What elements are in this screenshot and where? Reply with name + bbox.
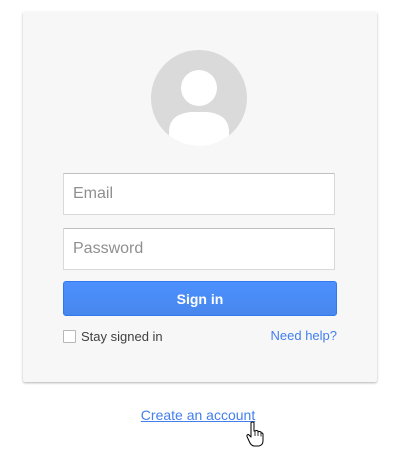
create-account-link[interactable]: Create an account bbox=[141, 407, 255, 423]
avatar-icon bbox=[151, 50, 247, 146]
login-card: Sign in Stay signed in Need help? bbox=[23, 12, 377, 382]
hand-pointer-icon bbox=[246, 421, 264, 447]
stay-signed-in[interactable]: Stay signed in bbox=[63, 328, 163, 344]
create-account-container: Create an account bbox=[0, 407, 396, 423]
stay-signed-in-label: Stay signed in bbox=[81, 328, 163, 344]
stay-signed-in-checkbox[interactable] bbox=[63, 329, 76, 343]
email-field[interactable] bbox=[63, 173, 335, 215]
need-help-link[interactable]: Need help? bbox=[271, 328, 338, 343]
password-field[interactable] bbox=[63, 228, 335, 270]
login-page: Sign in Stay signed in Need help? Create… bbox=[0, 0, 396, 450]
sign-in-button[interactable]: Sign in bbox=[63, 281, 337, 316]
